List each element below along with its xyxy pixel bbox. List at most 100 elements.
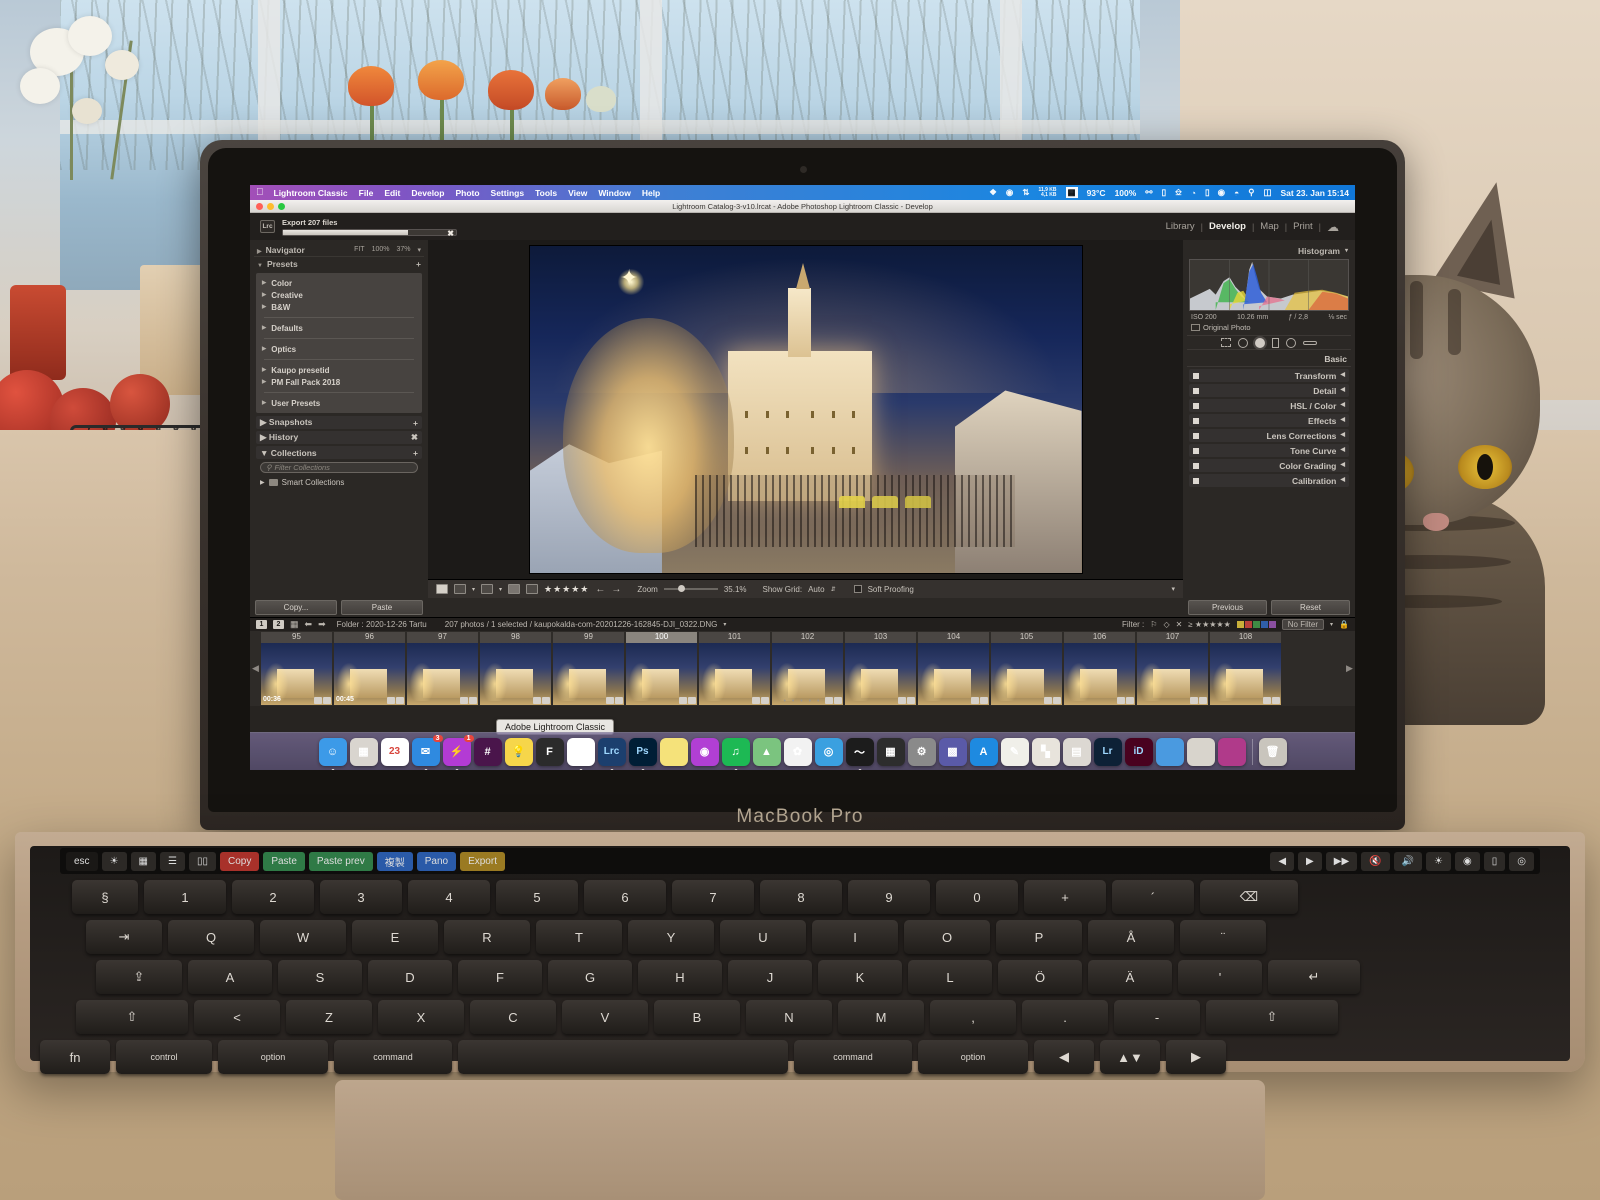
key-6[interactable]: 6: [584, 880, 666, 914]
link-icon[interactable]: ⇅: [1022, 187, 1029, 198]
key-a[interactable]: A: [188, 960, 272, 994]
key-y[interactable]: Y: [628, 920, 714, 954]
navigator-header[interactable]: ▶ Navigator FIT 100% 37% ▾: [254, 244, 424, 257]
filmstrip-selection[interactable]: 207 photos / 1 selected / kaupokalda-com…: [445, 620, 718, 629]
key-n[interactable]: N: [746, 1000, 832, 1034]
dock-item-figma[interactable]: F: [535, 737, 564, 766]
dock-item-notes[interactable]: 💡: [504, 737, 533, 766]
dock-item-documents-folder[interactable]: [1186, 737, 1215, 766]
touchbar-export[interactable]: Export: [460, 851, 505, 871]
unflag-icon[interactable]: ◇: [1163, 620, 1169, 629]
filmstrip-thumbnail-image[interactable]: [626, 643, 697, 705]
key-v[interactable]: V: [562, 1000, 648, 1034]
eye-icon[interactable]: ◉: [1006, 187, 1013, 198]
touchid-button[interactable]: ◎: [1509, 851, 1534, 871]
key-space[interactable]: ´: [1112, 880, 1194, 914]
filmstrip-track[interactable]: 95 00:36 96 00:45 97 98 99 100 101 102 103 104 105 10…: [261, 631, 1344, 706]
wifi-icon[interactable]: ◓: [1234, 188, 1239, 198]
filmstrip-thumbnail-image[interactable]: [845, 643, 916, 705]
key-u[interactable]: U: [720, 920, 806, 954]
touchbar-playpause-icon[interactable]: ▶: [1298, 851, 1322, 871]
dock-item-spotify[interactable]: ♫: [721, 737, 750, 770]
filmstrip-thumbnail[interactable]: 102: [772, 632, 843, 705]
plus-icon[interactable]: +: [413, 448, 418, 458]
key-m[interactable]: M: [838, 1000, 924, 1034]
arrow-left-icon[interactable]: ←: [595, 584, 605, 595]
dock-item-launchpad[interactable]: ▦: [349, 737, 378, 766]
filmstrip-thumbnail[interactable]: 108: [1210, 632, 1281, 705]
cloud-icon[interactable]: ☁: [1321, 220, 1345, 234]
touchbar-esc[interactable]: esc: [66, 851, 98, 871]
key-b[interactable]: B: [654, 1000, 740, 1034]
key-space[interactable]: -: [1114, 1000, 1200, 1034]
key-t[interactable]: T: [536, 920, 622, 954]
touchbar-mute-icon[interactable]: 🔇: [1361, 851, 1390, 871]
chevron-updown-icon[interactable]: ⇵: [831, 586, 836, 593]
touchbar-prev-icon[interactable]: ◀: [1270, 851, 1295, 871]
before-after-icon[interactable]: [481, 584, 494, 594]
filmstrip-thumbnail-image[interactable]: [1064, 643, 1135, 705]
preset-group-pmfall[interactable]: ▶ PM Fall Pack 2018: [262, 376, 416, 388]
screen-1-button[interactable]: 1: [256, 620, 267, 629]
touchbar-copy[interactable]: Copy: [219, 851, 260, 871]
key-2[interactable]: 2: [232, 880, 314, 914]
module-develop[interactable]: Develop: [1203, 221, 1252, 232]
touchbar-paste-prev[interactable]: Paste prev: [308, 851, 373, 871]
panel-section-color-grading[interactable]: Color Grading ◀: [1189, 459, 1349, 472]
chevron-right-icon[interactable]: ▶: [1344, 631, 1355, 706]
no-filter-dropdown[interactable]: No Filter: [1281, 619, 1325, 630]
menubar-clock[interactable]: Sat 23. Jan 15:14: [1280, 188, 1349, 198]
dock-item-numbers[interactable]: ▦: [876, 737, 905, 766]
key-space[interactable]: ,: [930, 1000, 1016, 1034]
key-0[interactable]: 0: [936, 880, 1018, 914]
preset-group-defaults[interactable]: ▶ Defaults: [262, 322, 416, 334]
module-map[interactable]: Map: [1254, 221, 1284, 232]
previous-button[interactable]: Previous: [1188, 600, 1267, 615]
key-control[interactable]: control: [116, 1040, 212, 1074]
soft-proofing-checkbox[interactable]: [853, 585, 862, 593]
histogram-header[interactable]: Histogram ▾: [1187, 244, 1351, 257]
touchbar-next-icon[interactable]: ▶▶: [1325, 851, 1358, 871]
keyboard-icon[interactable]: ⎒: [1175, 187, 1182, 198]
preset-group-creative[interactable]: ▶ Creative: [262, 289, 416, 301]
red-eye-icon[interactable]: [1255, 337, 1265, 348]
dock-item-trash[interactable]: 🗑: [1258, 737, 1287, 766]
key-option[interactable]: option: [918, 1040, 1028, 1074]
key-space[interactable]: ⇧: [76, 1000, 188, 1034]
copy-button[interactable]: Copy...: [255, 600, 337, 615]
filmstrip-thumbnail[interactable]: 96 00:45: [334, 632, 405, 705]
panel-section-detail[interactable]: Detail ◀: [1189, 384, 1349, 397]
network-stats-icon[interactable]: 11,9 KB 4,1 KB: [1038, 187, 1056, 198]
reject-flag-icon[interactable]: [526, 584, 539, 594]
key-j[interactable]: J: [728, 960, 812, 994]
key-s[interactable]: S: [278, 960, 362, 994]
bluetooth-icon[interactable]: ⚯: [1145, 187, 1152, 198]
key-space[interactable]: ⇧: [1206, 1000, 1338, 1034]
zoom-slider[interactable]: [663, 585, 718, 592]
compare-view-icon[interactable]: [454, 584, 466, 594]
key-f[interactable]: F: [458, 960, 542, 994]
key-option[interactable]: option: [218, 1040, 328, 1074]
original-photo-row[interactable]: Original Photo: [1187, 322, 1351, 333]
dock-item-calendar[interactable]: 23: [380, 737, 409, 766]
screen-2-button[interactable]: 2: [273, 620, 284, 629]
navigator-fit[interactable]: FIT: [354, 246, 365, 254]
dock-item-photoshop[interactable]: Ps: [628, 737, 657, 770]
key-w[interactable]: W: [260, 920, 346, 954]
close-icon[interactable]: ✖: [447, 229, 454, 238]
menu-edit[interactable]: Edit: [384, 188, 400, 198]
filmstrip-thumbnail[interactable]: 95 00:36: [261, 632, 332, 705]
key-space[interactable]: +: [1024, 880, 1106, 914]
dock-item-activity-monitor[interactable]: 〜: [845, 737, 874, 770]
radial-icon[interactable]: [1286, 337, 1296, 348]
gradient-icon[interactable]: [1303, 340, 1317, 345]
plus-icon[interactable]: +: [413, 418, 418, 428]
panel-section-tone-curve[interactable]: Tone Curve ◀: [1189, 444, 1349, 457]
filter-collections-input[interactable]: ⚲ Filter Collections: [260, 462, 418, 473]
key-space[interactable]: .: [1022, 1000, 1108, 1034]
module-library[interactable]: Library: [1160, 221, 1201, 232]
dock-item-textedit[interactable]: ✎: [1000, 737, 1029, 766]
dock-item-stickies[interactable]: [659, 737, 688, 766]
touchbar-pano[interactable]: Pano: [416, 851, 457, 871]
dock-item-messenger[interactable]: ⚡ 1: [442, 734, 474, 770]
